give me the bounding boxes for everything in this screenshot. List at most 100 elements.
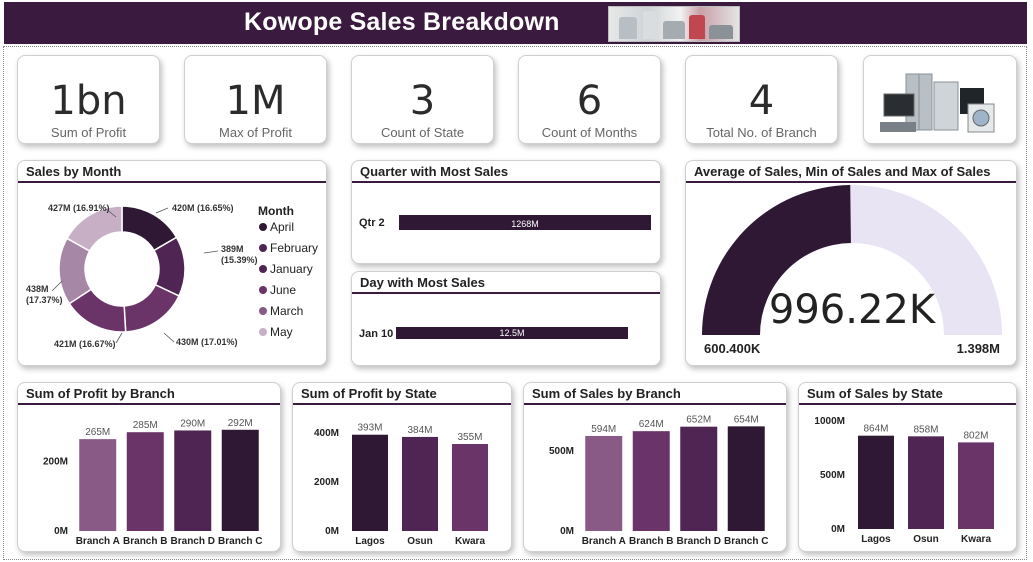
kpi-value: 1bn <box>50 78 127 124</box>
legend-item-may: May <box>270 325 293 339</box>
appliance-shape <box>619 17 637 39</box>
sales-by-branch-panel[interactable]: Sum of Sales by Branch 0M 500M 594M Branch … <box>523 382 787 552</box>
donut-data-label: 389M <box>221 244 244 254</box>
donut-data-label: (15.39%) <box>221 255 258 265</box>
appliance-shape <box>643 11 657 39</box>
y-tick-label: 0M <box>325 526 339 537</box>
profit-by-branch-panel[interactable]: Sum of Profit by Branch 0M 200M 265M Branch… <box>17 382 281 552</box>
sales-by-branch-chart: 0M 500M 594M Branch A 624M Branch B 652M Branch… <box>549 414 768 547</box>
kpi-card-count-of-months[interactable]: 6 Count of Months <box>518 55 661 144</box>
bar-data-label: 1268M <box>511 219 539 229</box>
sales-by-month-chart: 420M (16.65%) 389M(15.39%) 430M (17.01%) 42… <box>26 203 318 349</box>
kpi-card-count-of-state[interactable]: 3 Count of State <box>351 55 494 144</box>
bar-lagos <box>858 435 894 529</box>
bar-branch-c <box>727 426 765 531</box>
bar-branch-d <box>680 426 718 531</box>
x-tick-label: Branch D <box>171 536 215 547</box>
tv-shape <box>883 93 915 117</box>
donut-leader-line <box>51 280 63 292</box>
donut-data-label: 421M (16.67%) <box>54 339 116 349</box>
profit-by-state-chart: 0M 200M 400M 393M Lagos 384M Osun 355M Kwara <box>314 423 488 547</box>
kpi-card-total-branch[interactable]: 4 Total No. of Branch <box>685 55 838 144</box>
category-label: Jan 10 <box>359 328 393 340</box>
kpi-value: 3 <box>409 78 436 124</box>
bar-data-label: 292M <box>228 418 253 429</box>
donut-leader-line <box>203 250 219 254</box>
gauge-value: 996.22K <box>769 287 937 333</box>
legend-marker <box>259 244 267 252</box>
bar-data-label: 290M <box>180 418 205 429</box>
legend-item-march: March <box>270 304 303 318</box>
bar-branch-a <box>585 435 623 531</box>
bar-data-label: 864M <box>863 424 888 435</box>
legend-marker <box>259 265 267 273</box>
sales-by-state-panel[interactable]: Sum of Sales by State 0M 500M 1000M 864M Lag… <box>798 382 1017 552</box>
profit-by-branch-chart: 0M 200M 265M Branch A 285M Branch B 290M Branch… <box>43 418 262 547</box>
legend-item-february: February <box>270 241 318 255</box>
kpi-label: Sum of Profit <box>50 125 127 140</box>
sales-by-state-chart: 0M 500M 1000M 864M Lagos 858M Osun 802M Kwara <box>814 416 994 545</box>
donut-leader-line <box>115 332 123 344</box>
bar-data-label: 652M <box>686 415 711 426</box>
x-tick-label: Kwara <box>455 536 485 547</box>
donut-slice-january <box>123 283 180 333</box>
bar-osun <box>402 436 438 531</box>
y-tick-label: 0M <box>54 526 68 537</box>
kpi-value: 6 <box>576 78 603 124</box>
x-tick-label: Lagos <box>861 534 891 545</box>
x-tick-label: Branch D <box>677 536 721 547</box>
gauge-panel[interactable]: Average of Sales, Min of Sales and Max o… <box>685 160 1017 366</box>
donut-data-label: 420M (16.65%) <box>172 203 234 213</box>
donut-leader-line <box>163 332 175 343</box>
kpi-value: 4 <box>748 78 775 124</box>
kpi-card-sum-of-profit[interactable]: 1bn Sum of Profit <box>17 55 160 144</box>
bar-branch-b <box>632 431 670 531</box>
bar-kwara <box>452 444 488 531</box>
legend-marker <box>259 286 267 294</box>
bar-branch-a <box>79 439 117 531</box>
bar-branch-d <box>174 430 212 531</box>
x-tick-label: Osun <box>913 534 939 545</box>
legend-marker <box>259 307 267 315</box>
y-tick-label: 500M <box>549 446 574 457</box>
appliance-shape <box>689 15 705 39</box>
legend-item-june: June <box>270 283 296 297</box>
appliance-shape <box>663 21 685 39</box>
x-tick-label: Kwara <box>961 534 991 545</box>
appliances-image <box>880 73 995 133</box>
donut-leader-line <box>155 207 169 214</box>
profit-by-state-panel[interactable]: Sum of Profit by State 0M 200M 400M 393M Lag… <box>292 382 512 552</box>
quarter-chart: Qtr 2 1268M <box>359 215 651 230</box>
category-label: Qtr 2 <box>359 217 385 229</box>
bar-lagos <box>352 434 388 531</box>
bar-branch-c <box>221 429 259 531</box>
kpi-label: Total No. of Branch <box>706 125 817 140</box>
appliances-banner-image <box>608 6 740 42</box>
x-tick-label: Osun <box>407 536 433 547</box>
page-title: Kowope Sales Breakdown <box>244 8 560 37</box>
washer-door <box>972 109 990 127</box>
day-panel[interactable]: Day with Most Sales Jan 10 12.5M <box>351 271 661 366</box>
y-tick-label: 0M <box>560 526 574 537</box>
sales-by-month-panel[interactable]: Sales by Month 420M (16.65%) 389M (15.39%)… <box>17 160 327 366</box>
legend-item-april: April <box>270 220 294 234</box>
quarter-panel[interactable]: Quarter with Most Sales Qtr 2 1268M <box>351 160 661 264</box>
bar-data-label: 384M <box>407 425 432 436</box>
appliance-shape <box>880 122 916 132</box>
y-tick-label: 200M <box>43 457 68 468</box>
legend-title: Month <box>258 204 294 218</box>
bar-data-label: 285M <box>133 420 158 431</box>
appliance-shape <box>709 25 733 39</box>
x-tick-label: Branch A <box>76 536 120 547</box>
day-chart: Jan 10 12.5M <box>359 327 628 340</box>
kpi-label: Max of Profit <box>219 125 292 140</box>
page-title-text: Kowope Sales Breakdown <box>244 8 560 36</box>
x-tick-label: Branch A <box>582 536 626 547</box>
bar-kwara <box>958 442 994 529</box>
gauge-chart: 996.22K 600.400K 1.398M <box>702 185 1002 356</box>
kpi-label: Count of Months <box>541 125 638 140</box>
bar-data-label: 355M <box>457 432 482 443</box>
bar-osun <box>908 436 944 529</box>
kpi-card-max-of-profit[interactable]: 1M Max of Profit <box>184 55 327 144</box>
x-tick-label: Branch C <box>724 536 768 547</box>
